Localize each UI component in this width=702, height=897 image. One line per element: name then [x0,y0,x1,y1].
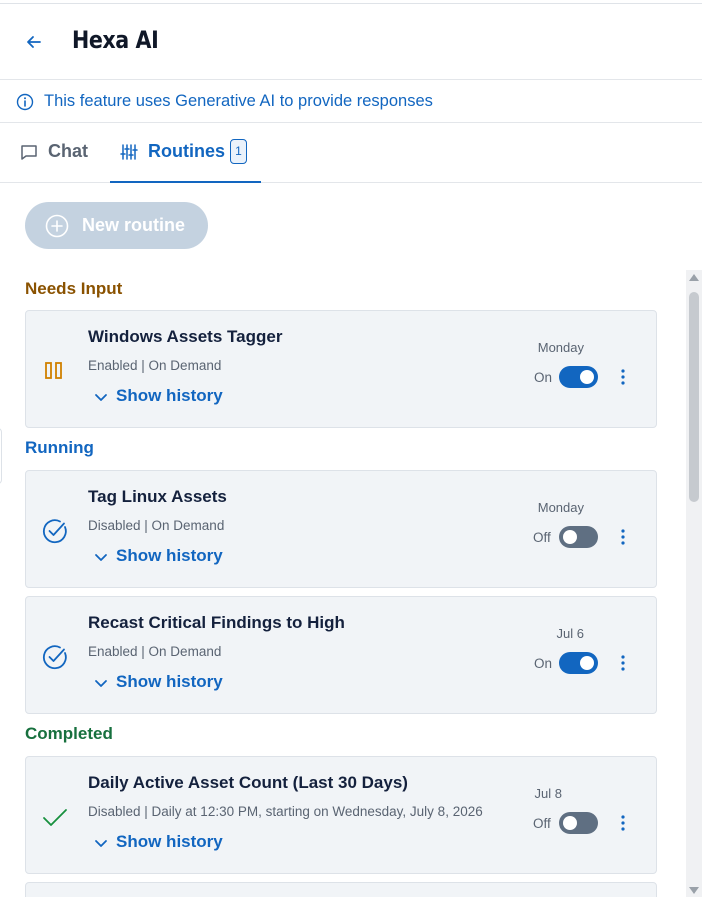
routine-date: Jul 6 [556,626,584,641]
toggle-state-label: Off [533,530,551,545]
arrow-left-icon [27,36,41,48]
info-icon [16,93,34,111]
routine-schedule: Disabled | Daily at 12:30 PM, starting o… [88,804,483,819]
chevron-down-icon [95,680,107,687]
routine-card [25,882,657,897]
chat-bubble-icon [21,145,37,160]
scrollbar-thumb[interactable] [689,292,699,502]
routine-title: Daily Active Asset Count (Last 30 Days) [88,773,408,792]
routine-toggle[interactable] [559,526,598,548]
more-vertical-icon[interactable] [613,527,633,547]
routine-title: Recast Critical Findings to High [88,613,345,632]
new-routine-button[interactable]: New routine [25,202,208,249]
show-history-label: Show history [116,672,223,691]
routine-title: Tag Linux Assets [88,487,227,506]
routines-count-badge: 1 [230,139,247,164]
new-routine-label: New routine [82,215,186,235]
back-button[interactable] [22,30,46,54]
plus-circle-icon [45,214,69,238]
toggle-knob [563,816,577,830]
show-history-label: Show history [116,546,223,565]
tab-chat[interactable]: Chat [18,123,98,183]
section-heading-needs-input: Needs Input [25,279,123,298]
routine-title: Windows Assets Tagger [88,327,283,346]
toggle-knob [580,656,594,670]
routine-date: Jul 8 [534,786,562,801]
page-title: Hexa AI [72,26,159,54]
more-vertical-icon[interactable] [613,813,633,833]
side-handle[interactable] [0,428,2,484]
tab-chat-label: Chat [48,141,88,161]
tab-routines-label: Routines [148,141,226,161]
routine-toggle[interactable] [559,652,598,674]
routine-date: Monday [537,500,584,515]
routine-schedule: Disabled | On Demand [88,518,225,533]
running-check-icon [43,645,67,670]
routine-toggle[interactable] [559,366,598,388]
scroll-down-arrow-icon[interactable] [689,887,699,894]
ai-notice-banner: This feature uses Generative AI to provi… [0,81,702,123]
routine-toggle[interactable] [559,812,598,834]
routine-schedule: Enabled | On Demand [88,644,222,659]
toggle-knob [580,370,594,384]
routine-card: Recast Critical Findings to High Enabled… [25,596,657,714]
toggle-state-label: On [534,656,553,671]
section-heading-completed: Completed [25,724,113,743]
more-vertical-icon[interactable] [613,653,633,673]
routine-schedule: Enabled | On Demand [88,358,222,373]
sliders-icon [120,144,138,160]
routine-card: Windows Assets Tagger Enabled | On Deman… [25,310,657,428]
chevron-down-icon [95,840,107,847]
chevron-down-icon [95,394,107,401]
scrollbar[interactable] [686,270,702,897]
show-history-label: Show history [116,386,223,405]
tab-routines[interactable]: Routines 1 [110,123,261,183]
running-check-icon [43,519,67,544]
show-history-label: Show history [116,832,223,851]
section-heading-running: Running [25,438,94,457]
panel-header: Hexa AI [0,4,702,80]
toggle-state-label: On [534,370,553,385]
toggle-knob [563,530,577,544]
routine-date: Monday [537,340,584,355]
checkmark-icon [43,809,67,826]
ai-notice-text: This feature uses Generative AI to provi… [44,92,433,110]
tab-bar: Chat Routines 1 [0,123,702,183]
chevron-down-icon [95,554,107,561]
scroll-up-arrow-icon[interactable] [689,274,699,281]
pause-icon [45,362,62,379]
more-vertical-icon[interactable] [613,367,633,387]
routine-card: Tag Linux Assets Disabled | On Demand Sh… [25,470,657,588]
toggle-state-label: Off [533,816,551,831]
routine-card: Daily Active Asset Count (Last 30 Days) … [25,756,657,874]
